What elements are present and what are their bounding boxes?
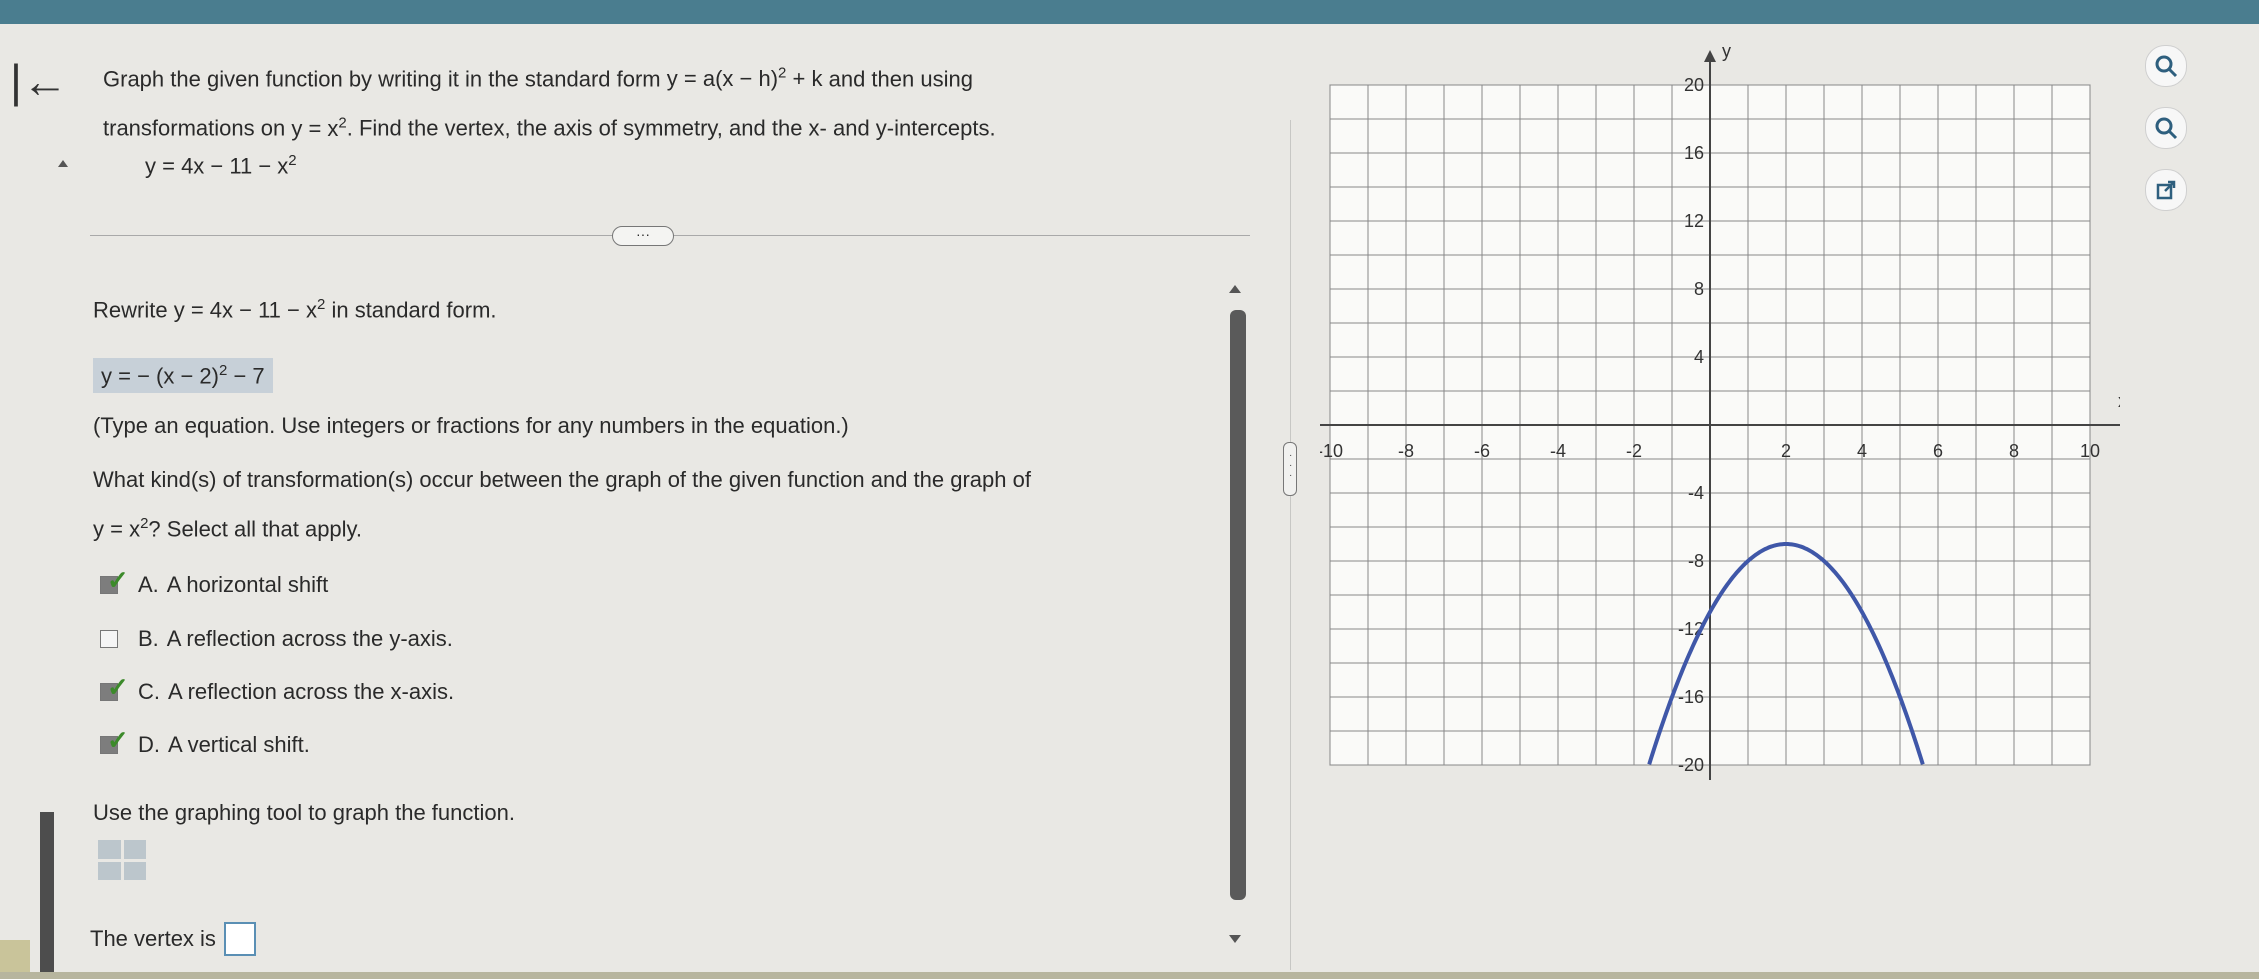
step1-question: Rewrite y = 4x − 11 − x2 in standard for… — [93, 296, 497, 323]
prompt-line2-end: . Find the vertex, the axis of symmetry,… — [346, 115, 996, 141]
x-tick-label: -4 — [1550, 441, 1566, 461]
collapse-arrow-icon[interactable] — [58, 160, 68, 167]
checkmark-icon: ✓ — [107, 672, 129, 702]
bottom-border — [0, 972, 2259, 979]
x-tick-label: 10 — [2080, 441, 2100, 461]
x-axis-label: x — [2118, 391, 2120, 411]
checkmark-icon: ✓ — [107, 725, 129, 755]
vertex-label: The vertex is — [90, 926, 216, 951]
y-tick-label: -8 — [1688, 551, 1704, 571]
option-b[interactable]: B. A reflection across the y-axis. — [100, 626, 453, 652]
option-b-checkbox[interactable] — [100, 630, 118, 648]
x-tick-label: 2 — [1781, 441, 1791, 461]
option-c-checkbox[interactable]: ✓ — [100, 672, 129, 702]
pane-divider — [1290, 120, 1291, 970]
prompt-text: Graph the given function by writing it i… — [103, 66, 661, 92]
prompt-line2-start: transformations on — [103, 115, 286, 141]
x-tick-label: 8 — [2009, 441, 2019, 461]
standard-form-answer[interactable]: y = − (x − 2)2 − 7 — [93, 358, 273, 394]
x-tick-label: -10 — [1320, 441, 1343, 461]
coordinate-graph[interactable]: xy-10-8-6-4-224681020161284-4-8-12-16-20 — [1320, 30, 2120, 790]
option-c[interactable]: ✓ C. A reflection across the x-axis. — [100, 672, 454, 705]
y-tick-label: -16 — [1678, 687, 1704, 707]
y-axis-label: y — [1722, 41, 1731, 61]
standard-form-eq: y = a(x − h)2 + k — [666, 65, 823, 92]
x-tick-label: -2 — [1626, 441, 1642, 461]
scroll-up-icon[interactable] — [1229, 285, 1241, 293]
step2-question: What kind(s) of transformation(s) occur … — [93, 467, 1031, 542]
vertex-input[interactable] — [223, 922, 256, 956]
step1-hint: (Type an equation. Use integers or fract… — [93, 413, 849, 438]
problem-prompt: Graph the given function by writing it i… — [103, 52, 1253, 151]
top-bar — [0, 0, 2259, 24]
option-d-checkbox[interactable]: ✓ — [100, 725, 129, 755]
expand-more-button[interactable]: ··· — [612, 226, 674, 246]
x-tick-label: -8 — [1398, 441, 1414, 461]
option-d[interactable]: ✓ D. A vertical shift. — [100, 725, 310, 758]
y-tick-label: 12 — [1684, 211, 1704, 231]
scroll-down-icon[interactable] — [1229, 935, 1241, 943]
option-a-checkbox[interactable]: ✓ — [100, 565, 129, 595]
y-tick-label: 8 — [1694, 279, 1704, 299]
prompt-text-end: and then using — [828, 66, 973, 92]
zoom-in-icon[interactable] — [2145, 45, 2187, 87]
left-strip — [40, 812, 54, 979]
y-tick-label: 4 — [1694, 347, 1704, 367]
pane-splitter-handle[interactable]: · · · — [1283, 442, 1297, 496]
y-axis-arrow-icon — [1704, 50, 1716, 62]
graphing-tool-icon[interactable] — [98, 840, 146, 880]
x-tick-label: 4 — [1857, 441, 1867, 461]
graph-tools — [2145, 45, 2187, 211]
back-button[interactable]: |← — [10, 58, 68, 104]
y-tick-label: 20 — [1684, 75, 1704, 95]
parent-function-eq: y = x2 — [291, 114, 347, 141]
y-tick-label: -20 — [1678, 755, 1704, 775]
given-equation: y = 4x − 11 − x2 — [145, 152, 297, 179]
x-tick-label: -6 — [1474, 441, 1490, 461]
y-tick-label: -4 — [1688, 483, 1704, 503]
checkmark-icon: ✓ — [107, 565, 129, 595]
option-a[interactable]: ✓ A. A horizontal shift — [100, 565, 328, 598]
zoom-out-icon[interactable] — [2145, 107, 2187, 149]
scrollbar[interactable] — [1230, 310, 1246, 900]
x-tick-label: 6 — [1933, 441, 1943, 461]
step3-question: Use the graphing tool to graph the funct… — [93, 800, 515, 825]
vertex-row: The vertex is — [90, 922, 256, 956]
popout-icon[interactable] — [2145, 169, 2187, 211]
y-tick-label: 16 — [1684, 143, 1704, 163]
